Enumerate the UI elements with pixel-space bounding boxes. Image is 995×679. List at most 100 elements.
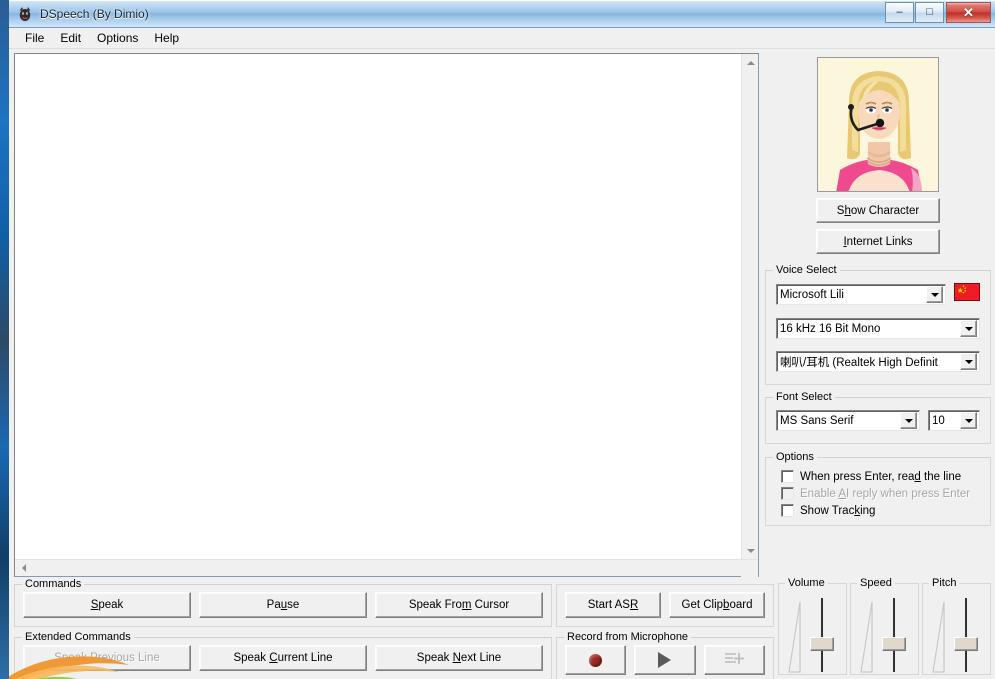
font-family-combo[interactable]: MS Sans Serif [776, 410, 920, 431]
speak-button[interactable]: Speak [23, 592, 191, 618]
audio-device-combo[interactable]: 喇叭/耳机 (Realtek High Definit [776, 351, 980, 372]
volume-slider-thumb[interactable] [810, 637, 834, 651]
menu-item-file[interactable]: File [18, 29, 53, 48]
minimize-icon: – [896, 6, 903, 18]
speed-slider[interactable] [879, 596, 909, 674]
vertical-scroll-track[interactable] [742, 71, 758, 542]
record-from-microphone-title: Record from Microphone [564, 631, 692, 643]
minimize-button[interactable]: – [885, 2, 914, 23]
get-clipboard-button[interactable]: Get Clipboard [669, 592, 765, 618]
checkbox-enable-ai-reply [781, 487, 794, 500]
application-window: DSpeech (By Dimio) – □ ✕ File Edit Optio… [4, 0, 995, 679]
chevron-down-icon [964, 326, 973, 331]
asr-group: Start ASR Get Clipboard [556, 584, 774, 627]
internet-links-button[interactable]: Internet Links [816, 229, 940, 254]
text-editor[interactable] [15, 54, 741, 559]
play-recording-button[interactable] [634, 645, 696, 675]
speak-next-line-button[interactable]: Speak Next Line [375, 645, 543, 671]
internet-links-label: Internet Links [843, 235, 913, 248]
editor-horizontal-scrollbar[interactable] [15, 559, 758, 577]
character-image [818, 58, 938, 191]
options-title: Options [773, 451, 817, 463]
audio-format-arrow[interactable] [960, 320, 977, 337]
audio-device-value: 喇叭/耳机 (Realtek High Definit [780, 356, 938, 369]
scrollbar-corner [741, 559, 758, 577]
arrow-left-icon [21, 564, 26, 572]
font-select-group: Font Select MS Sans Serif 10 [765, 391, 991, 444]
checkbox-read-line-on-enter[interactable] [781, 470, 794, 483]
commands-row: Speak Pause Speak From Cursor [23, 592, 543, 618]
character-portrait [817, 57, 939, 192]
pitch-slider[interactable] [951, 596, 981, 674]
app-icon [16, 5, 34, 23]
checkbox-show-tracking[interactable] [781, 504, 794, 517]
voice-combo[interactable]: Microsoft Lili [776, 284, 946, 305]
window-controls: – □ ✕ [884, 2, 991, 23]
side-panel: Show Character Internet Links Voice Sele… [761, 49, 995, 575]
voice-combo-value: Microsoft Lili [780, 288, 844, 301]
option-enable-ai-reply-label: Enable AI reply when press Enter [800, 487, 971, 500]
arrow-down-icon [746, 548, 755, 553]
font-size-arrow[interactable] [960, 412, 977, 429]
audio-device-arrow[interactable] [960, 353, 977, 370]
chevron-down-icon [904, 418, 913, 423]
speak-previous-line-button: Speak Previous Line [23, 645, 191, 671]
speed-slider-rail [893, 598, 895, 672]
speak-from-cursor-button[interactable]: Speak From Cursor [375, 592, 543, 618]
record-dot-icon [589, 653, 603, 667]
commands-group: Commands Speak Pause Speak From Cursor [14, 578, 552, 627]
pause-button-label: Pause [266, 599, 300, 611]
record-button[interactable] [565, 645, 627, 675]
audio-format-combo[interactable]: 16 kHz 16 Bit Mono [776, 318, 980, 339]
show-character-button[interactable]: Show Character [816, 198, 940, 223]
arrow-up-icon [746, 60, 755, 65]
record-buttons-row [565, 645, 765, 675]
menu-item-options[interactable]: Options [90, 29, 147, 48]
start-asr-button[interactable]: Start ASR [565, 592, 661, 618]
font-size-combo[interactable]: 10 [928, 410, 980, 431]
sliders-column: Volume Speed Pitch [778, 575, 991, 679]
start-asr-button-label: Start ASR [587, 599, 639, 611]
option-read-line-on-enter[interactable]: When press Enter, read the line [781, 470, 984, 483]
pitch-slider-thumb[interactable] [954, 637, 978, 651]
speed-slider-thumb[interactable] [882, 637, 906, 651]
speak-current-line-button-label: Speak Current Line [233, 652, 333, 664]
option-show-tracking[interactable]: Show Tracking [781, 504, 984, 517]
pitch-slider-group: Pitch [922, 577, 991, 675]
pause-button[interactable]: Pause [199, 592, 367, 618]
commands-column: Commands Speak Pause Speak From Cursor E… [14, 575, 552, 679]
volume-slider-group: Volume [778, 577, 847, 675]
title-bar: DSpeech (By Dimio) – □ ✕ [9, 0, 995, 28]
maximize-icon: □ [926, 6, 933, 18]
scroll-down-button[interactable] [742, 542, 759, 559]
volume-slider[interactable] [807, 596, 837, 674]
option-show-tracking-label: Show Tracking [800, 504, 876, 517]
option-enable-ai-reply: Enable AI reply when press Enter [781, 487, 984, 500]
speed-tick-wedge [857, 596, 879, 674]
menu-item-help[interactable]: Help [147, 29, 188, 48]
scroll-up-button[interactable] [742, 54, 759, 71]
show-character-label: Show Character [836, 204, 920, 217]
volume-tick-wedge [785, 596, 807, 674]
close-button[interactable]: ✕ [946, 2, 991, 23]
bottom-panel: Commands Speak Pause Speak From Cursor E… [9, 575, 995, 679]
asr-row: Start ASR Get Clipboard [565, 592, 765, 618]
extended-commands-row: Speak Previous Line Speak Current Line S… [23, 645, 543, 671]
voice-combo-arrow[interactable] [926, 286, 943, 303]
volume-slider-title: Volume [785, 577, 828, 589]
option-read-line-on-enter-label: When press Enter, read the line [800, 470, 962, 483]
pitch-slider-rail [965, 598, 967, 672]
maximize-button[interactable]: □ [915, 2, 944, 23]
extended-commands-title: Extended Commands [22, 631, 134, 643]
chevron-down-icon [964, 418, 973, 423]
scroll-left-button[interactable] [15, 560, 32, 577]
pitch-slider-title: Pitch [929, 577, 960, 589]
editor-vertical-scrollbar[interactable] [741, 54, 758, 559]
speak-current-line-button[interactable]: Speak Current Line [199, 645, 367, 671]
close-icon: ✕ [963, 5, 974, 20]
speak-next-line-button-label: Speak Next Line [416, 652, 502, 664]
accel-i: I [843, 235, 847, 248]
font-family-arrow[interactable] [900, 412, 917, 429]
menu-item-edit[interactable]: Edit [53, 29, 90, 48]
voice-select-group: Voice Select Microsoft Lili 16 kHz 16 Bi… [765, 264, 991, 385]
